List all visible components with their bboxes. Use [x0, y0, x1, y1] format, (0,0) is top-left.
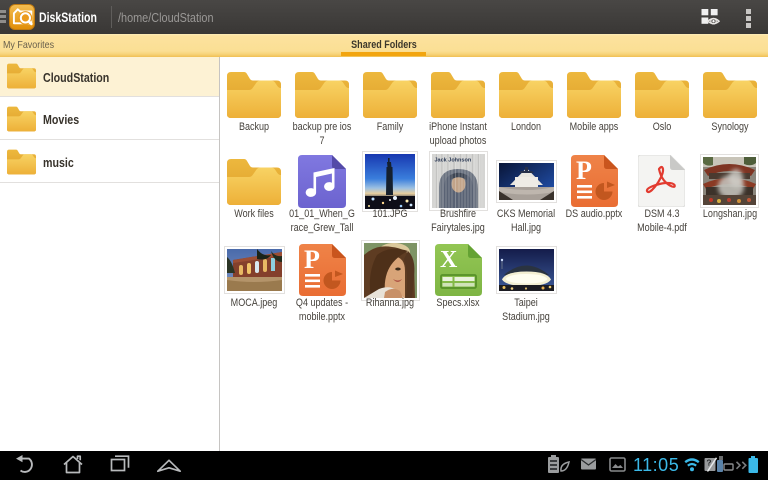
svg-text:Jack Johnson: Jack Johnson — [434, 158, 471, 164]
svg-text:X: X — [440, 247, 458, 273]
svg-text:P: P — [304, 245, 320, 274]
svg-text:P: P — [576, 156, 592, 185]
